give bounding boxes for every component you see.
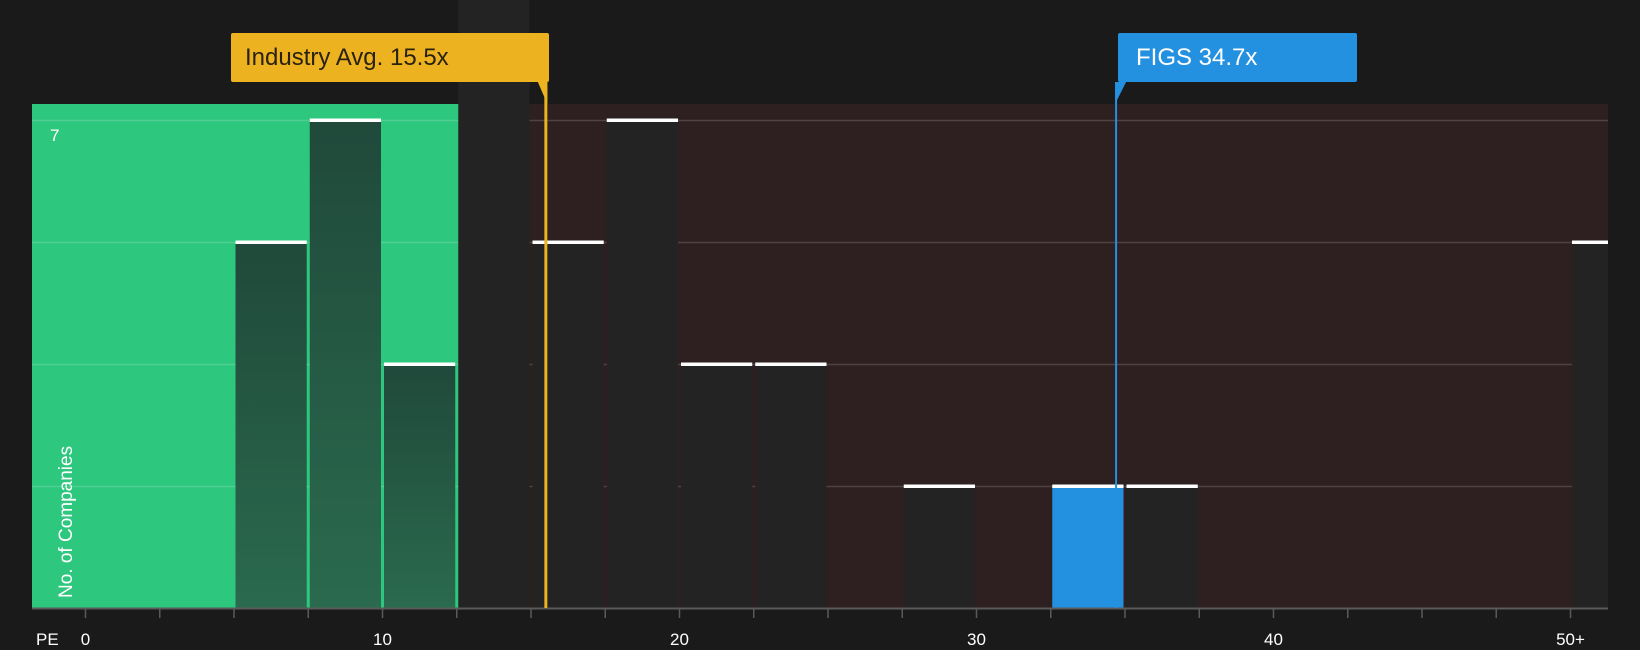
bar-top-cap <box>384 362 456 366</box>
x-tick-label: 50+ <box>1556 630 1585 649</box>
bar-top-cap <box>606 118 678 122</box>
histogram-bar <box>532 242 604 608</box>
histogram-bar <box>458 0 530 608</box>
bar-top-cap <box>1572 240 1608 244</box>
histogram-bar <box>235 242 307 608</box>
x-tick-label: 0 <box>80 630 91 649</box>
x-tick-label: 30 <box>967 630 986 649</box>
industry-avg-label: Industry Avg. 15.5x <box>245 44 449 71</box>
histogram-bar <box>1052 486 1124 608</box>
histogram-bar <box>1126 486 1198 608</box>
x-axis-title: PE <box>36 630 59 649</box>
bar-top-cap <box>681 362 753 366</box>
bar-top-cap <box>532 240 604 244</box>
y-axis-max-label: 7 <box>50 126 60 145</box>
histogram-bar <box>755 364 827 608</box>
industry-avg-pointer <box>537 82 548 104</box>
histogram-bar <box>606 120 678 608</box>
histogram-bar <box>1572 242 1608 608</box>
bar-top-cap <box>755 362 827 366</box>
x-tick-label: 20 <box>670 630 689 649</box>
x-tick-label: 10 <box>373 630 392 649</box>
histogram-bar <box>681 364 753 608</box>
bar-top-cap <box>903 484 975 488</box>
bar-top-cap <box>309 118 381 122</box>
pe-histogram-chart <box>32 0 1608 618</box>
company-pe-label: FIGS 34.7x <box>1136 44 1258 71</box>
bar-top-cap <box>1052 484 1124 488</box>
x-axis <box>32 607 1608 618</box>
histogram-bar <box>903 486 975 608</box>
bar-top-cap <box>235 240 307 244</box>
histogram-bar <box>384 364 456 608</box>
histogram-bar <box>309 120 381 608</box>
y-axis-title: No. of Companies <box>56 445 77 598</box>
bar-top-cap <box>1126 484 1198 488</box>
x-tick-label: 40 <box>1264 630 1283 649</box>
industry-avg-callout: Industry Avg. 15.5x <box>231 33 549 82</box>
company-pe-callout: FIGS 34.7x <box>1118 33 1357 82</box>
